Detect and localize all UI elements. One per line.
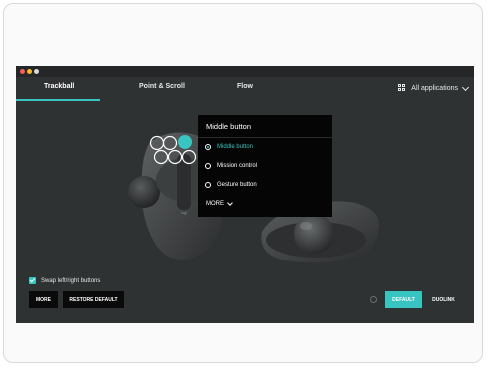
default-button[interactable]: DEFAULT	[385, 291, 422, 308]
chevron-down-icon	[461, 83, 470, 91]
tab-point-and-scroll[interactable]: Point & Scroll	[139, 83, 185, 90]
option-label: Middle button	[217, 144, 254, 150]
option-label: Mission control	[217, 163, 258, 169]
radio-icon	[205, 163, 211, 169]
applications-dropdown-label: All applications	[411, 84, 458, 92]
option-gesture-button[interactable]: Gesture button	[205, 182, 257, 188]
chevron-down-icon	[227, 200, 233, 206]
checkbox-checked-icon	[29, 277, 36, 284]
tab-flow[interactable]: Flow	[237, 83, 253, 90]
info-icon[interactable]	[370, 296, 377, 303]
title-bar	[16, 66, 474, 77]
more-button[interactable]: MORE	[29, 291, 58, 308]
popover-more-button[interactable]: MORE	[206, 200, 233, 207]
swap-buttons-label: Swap left/right buttons	[41, 277, 101, 284]
option-label: Gesture button	[217, 182, 257, 188]
logi-options-window: Trackball Point & Scroll Flow All applic…	[16, 66, 474, 323]
tab-bar: Trackball Point & Scroll Flow All applic…	[16, 77, 474, 101]
radio-icon	[205, 182, 211, 188]
restore-default-button[interactable]: RESTORE DEFAULT	[63, 291, 124, 308]
maximize-window-button[interactable]	[34, 69, 39, 74]
middle-button-popover: Middle button Middle button Mission cont…	[198, 115, 332, 217]
applications-dropdown[interactable]: All applications	[398, 82, 470, 94]
more-label: MORE	[206, 201, 224, 207]
popover-divider	[198, 137, 332, 138]
svg-text:logi: logi	[181, 210, 187, 215]
active-tab-indicator	[16, 99, 100, 101]
grid-icon	[398, 84, 406, 92]
option-mission-control[interactable]: Mission control	[205, 163, 257, 169]
option-middle-button[interactable]: Middle button	[205, 144, 253, 150]
swap-buttons-checkbox[interactable]: Swap left/right buttons	[29, 277, 100, 284]
close-window-button[interactable]	[20, 69, 25, 74]
minimize-window-button[interactable]	[27, 69, 32, 74]
tab-trackball[interactable]: Trackball	[44, 83, 74, 90]
duolink-button[interactable]: DUOLINK	[427, 291, 460, 308]
popover-title: Middle button	[206, 122, 252, 131]
radio-selected-icon	[205, 144, 211, 150]
